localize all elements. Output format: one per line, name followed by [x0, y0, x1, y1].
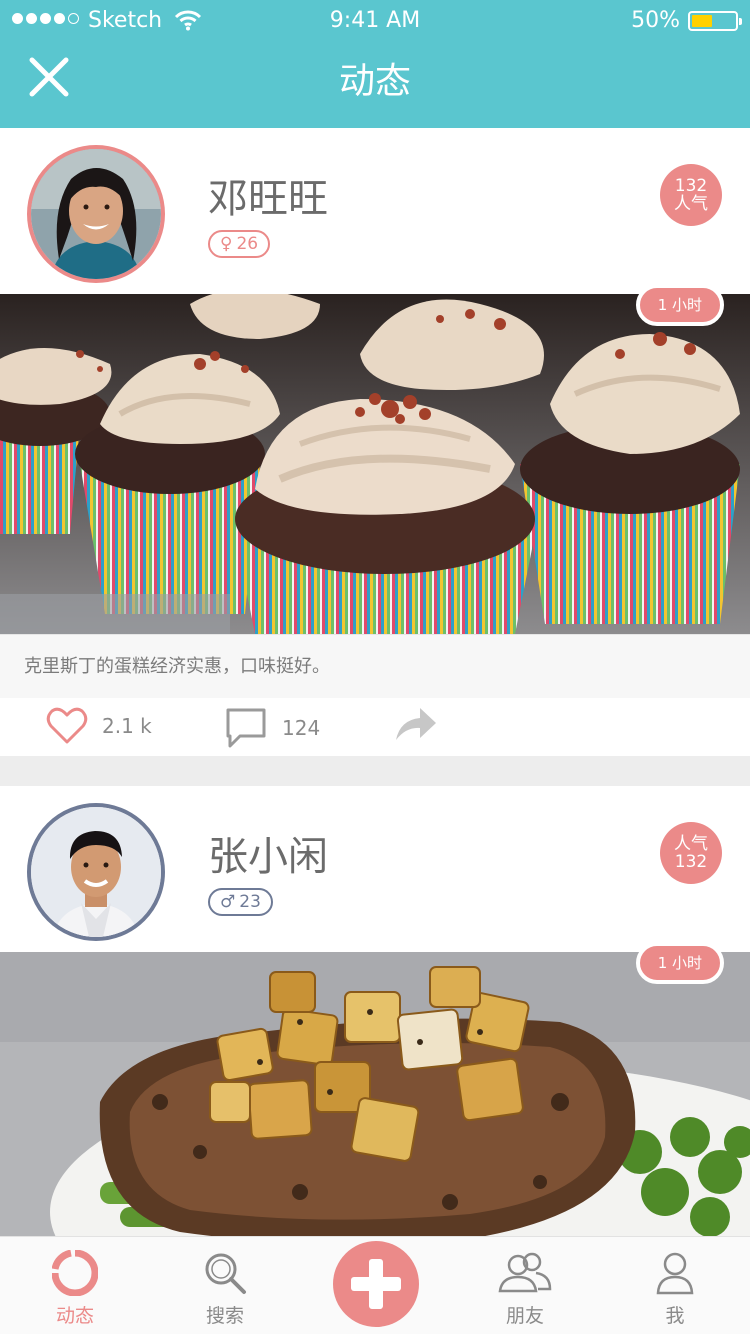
post-author-row: 邓旺旺 ♀ 26 132 人气: [0, 128, 750, 294]
share-arrow-icon: [396, 708, 436, 740]
post-author-row: 张小闲 ♂ 23 人气 132: [0, 786, 750, 952]
tab-me[interactable]: 我: [625, 1249, 725, 1328]
friends-icon: [498, 1252, 552, 1293]
username[interactable]: 邓旺旺: [208, 166, 328, 224]
popularity-label: 人气: [674, 194, 708, 214]
plus-icon: [351, 1259, 401, 1309]
add-post-button[interactable]: [333, 1241, 419, 1327]
tab-label: 动态: [55, 1305, 94, 1327]
like-count: 2.1 k: [102, 714, 152, 738]
male-icon: ♂: [220, 892, 236, 912]
grilled-pork-chop-image: [0, 952, 750, 1236]
gender-age-badge: ♀ 26: [208, 230, 271, 258]
avatar[interactable]: [27, 803, 165, 941]
feed-ring-icon: [52, 1250, 98, 1296]
username[interactable]: 张小闲: [208, 824, 328, 882]
post-photo[interactable]: [0, 294, 750, 634]
search-icon: [205, 1253, 246, 1294]
post-time-tag: 1 小时: [635, 284, 724, 326]
post-photo[interactable]: [0, 952, 750, 1236]
tab-label: 我: [665, 1305, 685, 1327]
female-icon: ♀: [220, 234, 233, 254]
comment-count: 124: [282, 716, 321, 740]
tab-bar: 动态 搜索 朋友 我: [0, 1236, 750, 1334]
post-caption: 克里斯丁的蛋糕经济实惠，口味挺好。: [0, 634, 750, 698]
comment-icon: [226, 708, 266, 748]
share-button[interactable]: [394, 706, 438, 742]
age-value: 26: [236, 234, 259, 254]
battery-icon: [688, 11, 742, 31]
like-button[interactable]: 2.1 k: [46, 706, 152, 746]
page-title: 动态: [338, 61, 411, 102]
popularity-label: 人气: [674, 834, 708, 854]
nav-header: Sketch 9:41 AM 50% 动态: [0, 0, 750, 128]
popularity-badge: 132 人气: [660, 164, 722, 226]
popularity-value: 132: [674, 176, 708, 196]
tab-search[interactable]: 搜索: [175, 1249, 275, 1328]
post-card: 邓旺旺 ♀ 26 132 人气 1 小时 克里斯丁的蛋糕经济实惠，口味挺好。 2…: [0, 128, 750, 756]
status-bar: Sketch 9:41 AM 50%: [0, 0, 750, 42]
heart-icon: [46, 707, 88, 744]
age-value: 23: [239, 892, 261, 912]
tab-label: 搜索: [205, 1305, 244, 1327]
gender-age-badge: ♂ 23: [208, 888, 273, 916]
popularity-value: 132: [674, 852, 708, 872]
popularity-badge: 人气 132: [660, 822, 722, 884]
feed-list[interactable]: 邓旺旺 ♀ 26 132 人气 1 小时 克里斯丁的蛋糕经济实惠，口味挺好。 2…: [0, 128, 750, 1236]
comment-button[interactable]: 124: [224, 706, 320, 750]
post-actions: 2.1 k 124: [0, 698, 750, 756]
tab-feed[interactable]: 动态: [25, 1249, 125, 1328]
avatar[interactable]: [27, 145, 165, 283]
post-time-tag: 1 小时: [635, 942, 724, 984]
user-profile-icon: [656, 1252, 694, 1295]
tab-label: 朋友: [505, 1305, 544, 1327]
tab-friends[interactable]: 朋友: [475, 1249, 575, 1328]
battery-percentage: 50%: [631, 8, 680, 33]
cupcakes-image: [0, 294, 750, 634]
post-card: 张小闲 ♂ 23 人气 132 1 小时: [0, 786, 750, 1236]
